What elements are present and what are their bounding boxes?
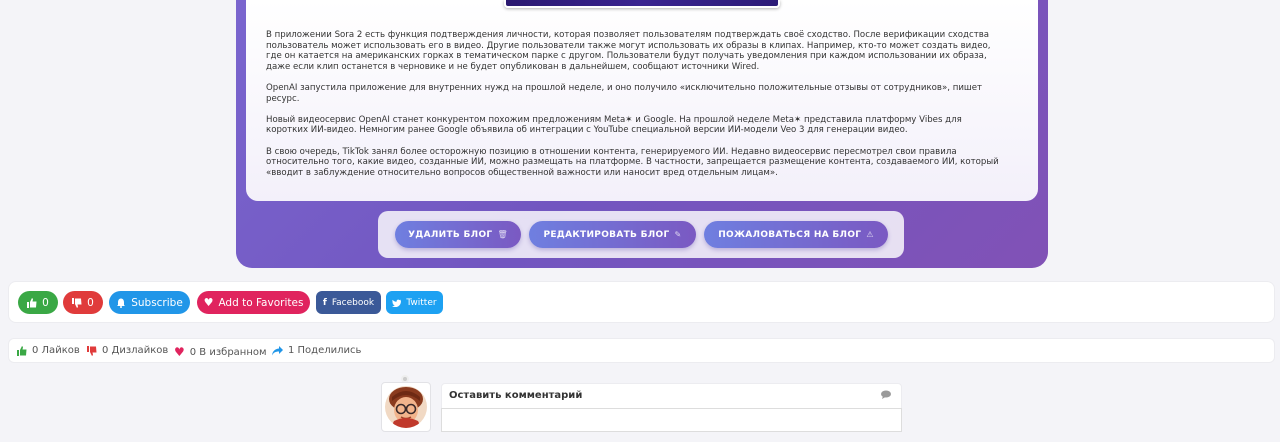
subscribe-label: Subscribe bbox=[131, 296, 183, 309]
report-blog-button[interactable]: ПОЖАЛОВАТЬСЯ НА БЛОГ ⚠ bbox=[704, 221, 888, 248]
dislikes-stat-label: 0 Дизлайков bbox=[102, 345, 169, 356]
dislike-count: 0 bbox=[87, 296, 94, 309]
shares-stat: 1 Поделились bbox=[272, 345, 361, 356]
report-blog-label: ПОЖАЛОВАТЬСЯ НА БЛОГ bbox=[718, 229, 862, 240]
heart-icon: ♥ bbox=[174, 345, 185, 359]
thumbs-down-icon bbox=[87, 345, 97, 356]
share-icon bbox=[272, 345, 283, 355]
likes-stat: 0 Лайков bbox=[17, 345, 80, 356]
avatar[interactable] bbox=[381, 382, 431, 432]
thumbs-down-icon bbox=[72, 297, 82, 308]
edit-blog-label: РЕДАКТИРОВАТЬ БЛОГ bbox=[543, 229, 670, 240]
add-to-favorites-button[interactable]: ♥ Add to Favorites bbox=[197, 291, 310, 314]
facebook-icon: f bbox=[322, 297, 327, 308]
facebook-share-button[interactable]: f Facebook bbox=[316, 291, 381, 314]
edit-blog-button[interactable]: РЕДАКТИРОВАТЬ БЛОГ ✎ bbox=[529, 221, 696, 248]
dislikes-stat: 0 Дизлайков bbox=[87, 345, 168, 356]
comment-title: Оставить комментарий bbox=[449, 390, 583, 401]
article-paragraph: В свою очередь, TikTok занял более остор… bbox=[266, 146, 999, 178]
edit-icon: ✎ bbox=[674, 230, 682, 239]
twitter-icon bbox=[392, 299, 402, 307]
heart-icon: ♥ bbox=[203, 296, 214, 309]
add-to-favorites-label: Add to Favorites bbox=[218, 296, 304, 309]
twitter-label: Twitter bbox=[406, 297, 437, 308]
twitter-share-button[interactable]: Twitter bbox=[386, 291, 443, 314]
favorites-stat: ♥ 0 В избранном bbox=[174, 345, 267, 359]
comment-icon bbox=[881, 390, 891, 402]
like-button[interactable]: 0 bbox=[18, 291, 58, 314]
article-paragraph: OpenAI запустила приложение для внутренн… bbox=[266, 82, 983, 104]
favorites-stat-label: 0 В избранном bbox=[189, 346, 267, 358]
delete-blog-label: УДАЛИТЬ БЛОГ bbox=[408, 229, 493, 240]
bell-icon bbox=[117, 298, 126, 308]
user-avatar-image bbox=[385, 386, 427, 428]
shares-stat-label: 1 Поделились bbox=[288, 345, 362, 356]
dislike-button[interactable]: 0 bbox=[63, 291, 103, 314]
article-paragraph: В приложении Sora 2 есть функция подтвер… bbox=[266, 30, 991, 72]
thumbs-up-icon bbox=[17, 345, 27, 356]
trash-icon: 🗑 bbox=[497, 230, 508, 239]
like-count: 0 bbox=[42, 296, 49, 309]
thumbs-up-icon bbox=[27, 297, 37, 308]
delete-blog-button[interactable]: УДАЛИТЬ БЛОГ 🗑 bbox=[395, 221, 521, 248]
article-paragraph: Новый видеосервис OpenAI станет конкурен… bbox=[266, 114, 962, 136]
article-body: В приложении Sora 2 есть функция подтвер… bbox=[266, 30, 1006, 189]
subscribe-button[interactable]: Subscribe bbox=[109, 291, 190, 314]
warning-icon: ⚠ bbox=[866, 230, 874, 239]
comment-textarea[interactable] bbox=[441, 408, 902, 432]
blog-cover-image bbox=[504, 0, 780, 8]
facebook-label: Facebook bbox=[331, 297, 375, 308]
likes-stat-label: 0 Лайков bbox=[32, 345, 80, 356]
